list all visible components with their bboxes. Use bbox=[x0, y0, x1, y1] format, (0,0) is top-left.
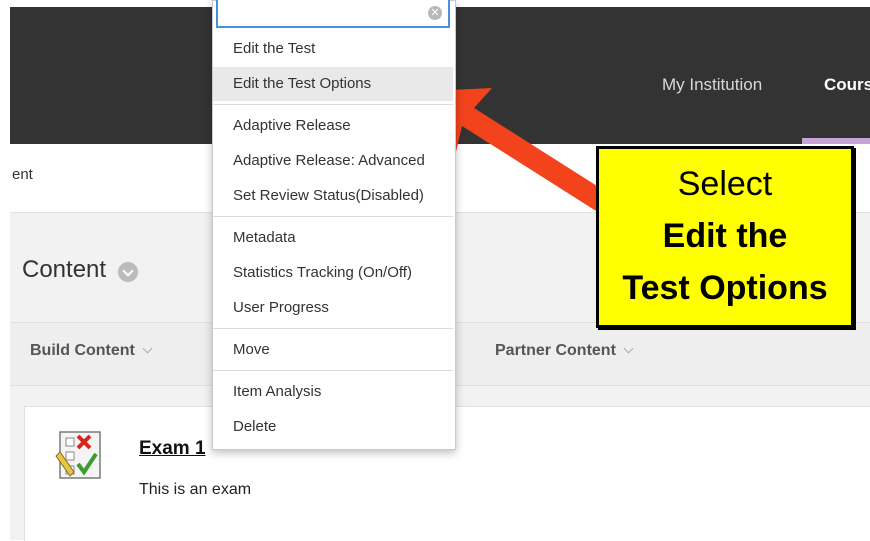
breadcrumb[interactable]: ent bbox=[12, 166, 33, 183]
menu-item-adaptive-release[interactable]: Adaptive Release bbox=[213, 109, 453, 143]
menu-item-edit-test[interactable]: Edit the Test bbox=[213, 32, 453, 66]
menu-divider bbox=[213, 328, 453, 329]
exam-link[interactable]: Exam 1 bbox=[139, 438, 206, 460]
close-icon[interactable]: ✕ bbox=[428, 6, 442, 20]
chevron-down-icon bbox=[623, 343, 634, 354]
menu-item-edit-test-options[interactable]: Edit the Test Options bbox=[213, 67, 453, 101]
menu-item-user-progress[interactable]: User Progress bbox=[213, 291, 453, 325]
partner-content-button[interactable]: Partner Content bbox=[495, 342, 634, 360]
menu-search-input[interactable] bbox=[216, 0, 450, 28]
menu-item-set-review-status[interactable]: Set Review Status(Disabled) bbox=[213, 179, 453, 213]
menu-divider bbox=[213, 370, 453, 371]
menu-item-move[interactable]: Move bbox=[213, 333, 453, 367]
nav-my-institution[interactable]: My Institution bbox=[662, 75, 762, 95]
exam-description: This is an exam bbox=[139, 481, 252, 498]
nav-courses[interactable]: Courses bbox=[824, 75, 870, 95]
build-content-button[interactable]: Build Content bbox=[30, 342, 153, 360]
chevron-down-icon bbox=[142, 343, 153, 354]
menu-item-statistics-tracking[interactable]: Statistics Tracking (On/Off) bbox=[213, 256, 453, 290]
menu-divider bbox=[213, 104, 453, 105]
instruction-callout: Select Edit the Test Options bbox=[596, 146, 854, 328]
page-title: Content bbox=[22, 256, 107, 283]
menu-divider bbox=[213, 216, 453, 217]
menu-item-delete[interactable]: Delete bbox=[213, 410, 453, 444]
test-icon bbox=[55, 431, 101, 479]
menu-item-item-analysis[interactable]: Item Analysis bbox=[213, 375, 453, 409]
partner-content-label: Partner Content bbox=[495, 342, 616, 359]
chevron-down-icon[interactable] bbox=[118, 262, 138, 282]
callout-line-3: Test Options bbox=[622, 269, 828, 307]
callout-line-2: Edit the bbox=[662, 217, 788, 255]
callout-line-1: Select bbox=[677, 165, 773, 203]
build-content-label: Build Content bbox=[30, 342, 135, 359]
menu-item-adaptive-release-advanced[interactable]: Adaptive Release: Advanced bbox=[213, 144, 453, 178]
menu-item-metadata[interactable]: Metadata bbox=[213, 221, 453, 255]
